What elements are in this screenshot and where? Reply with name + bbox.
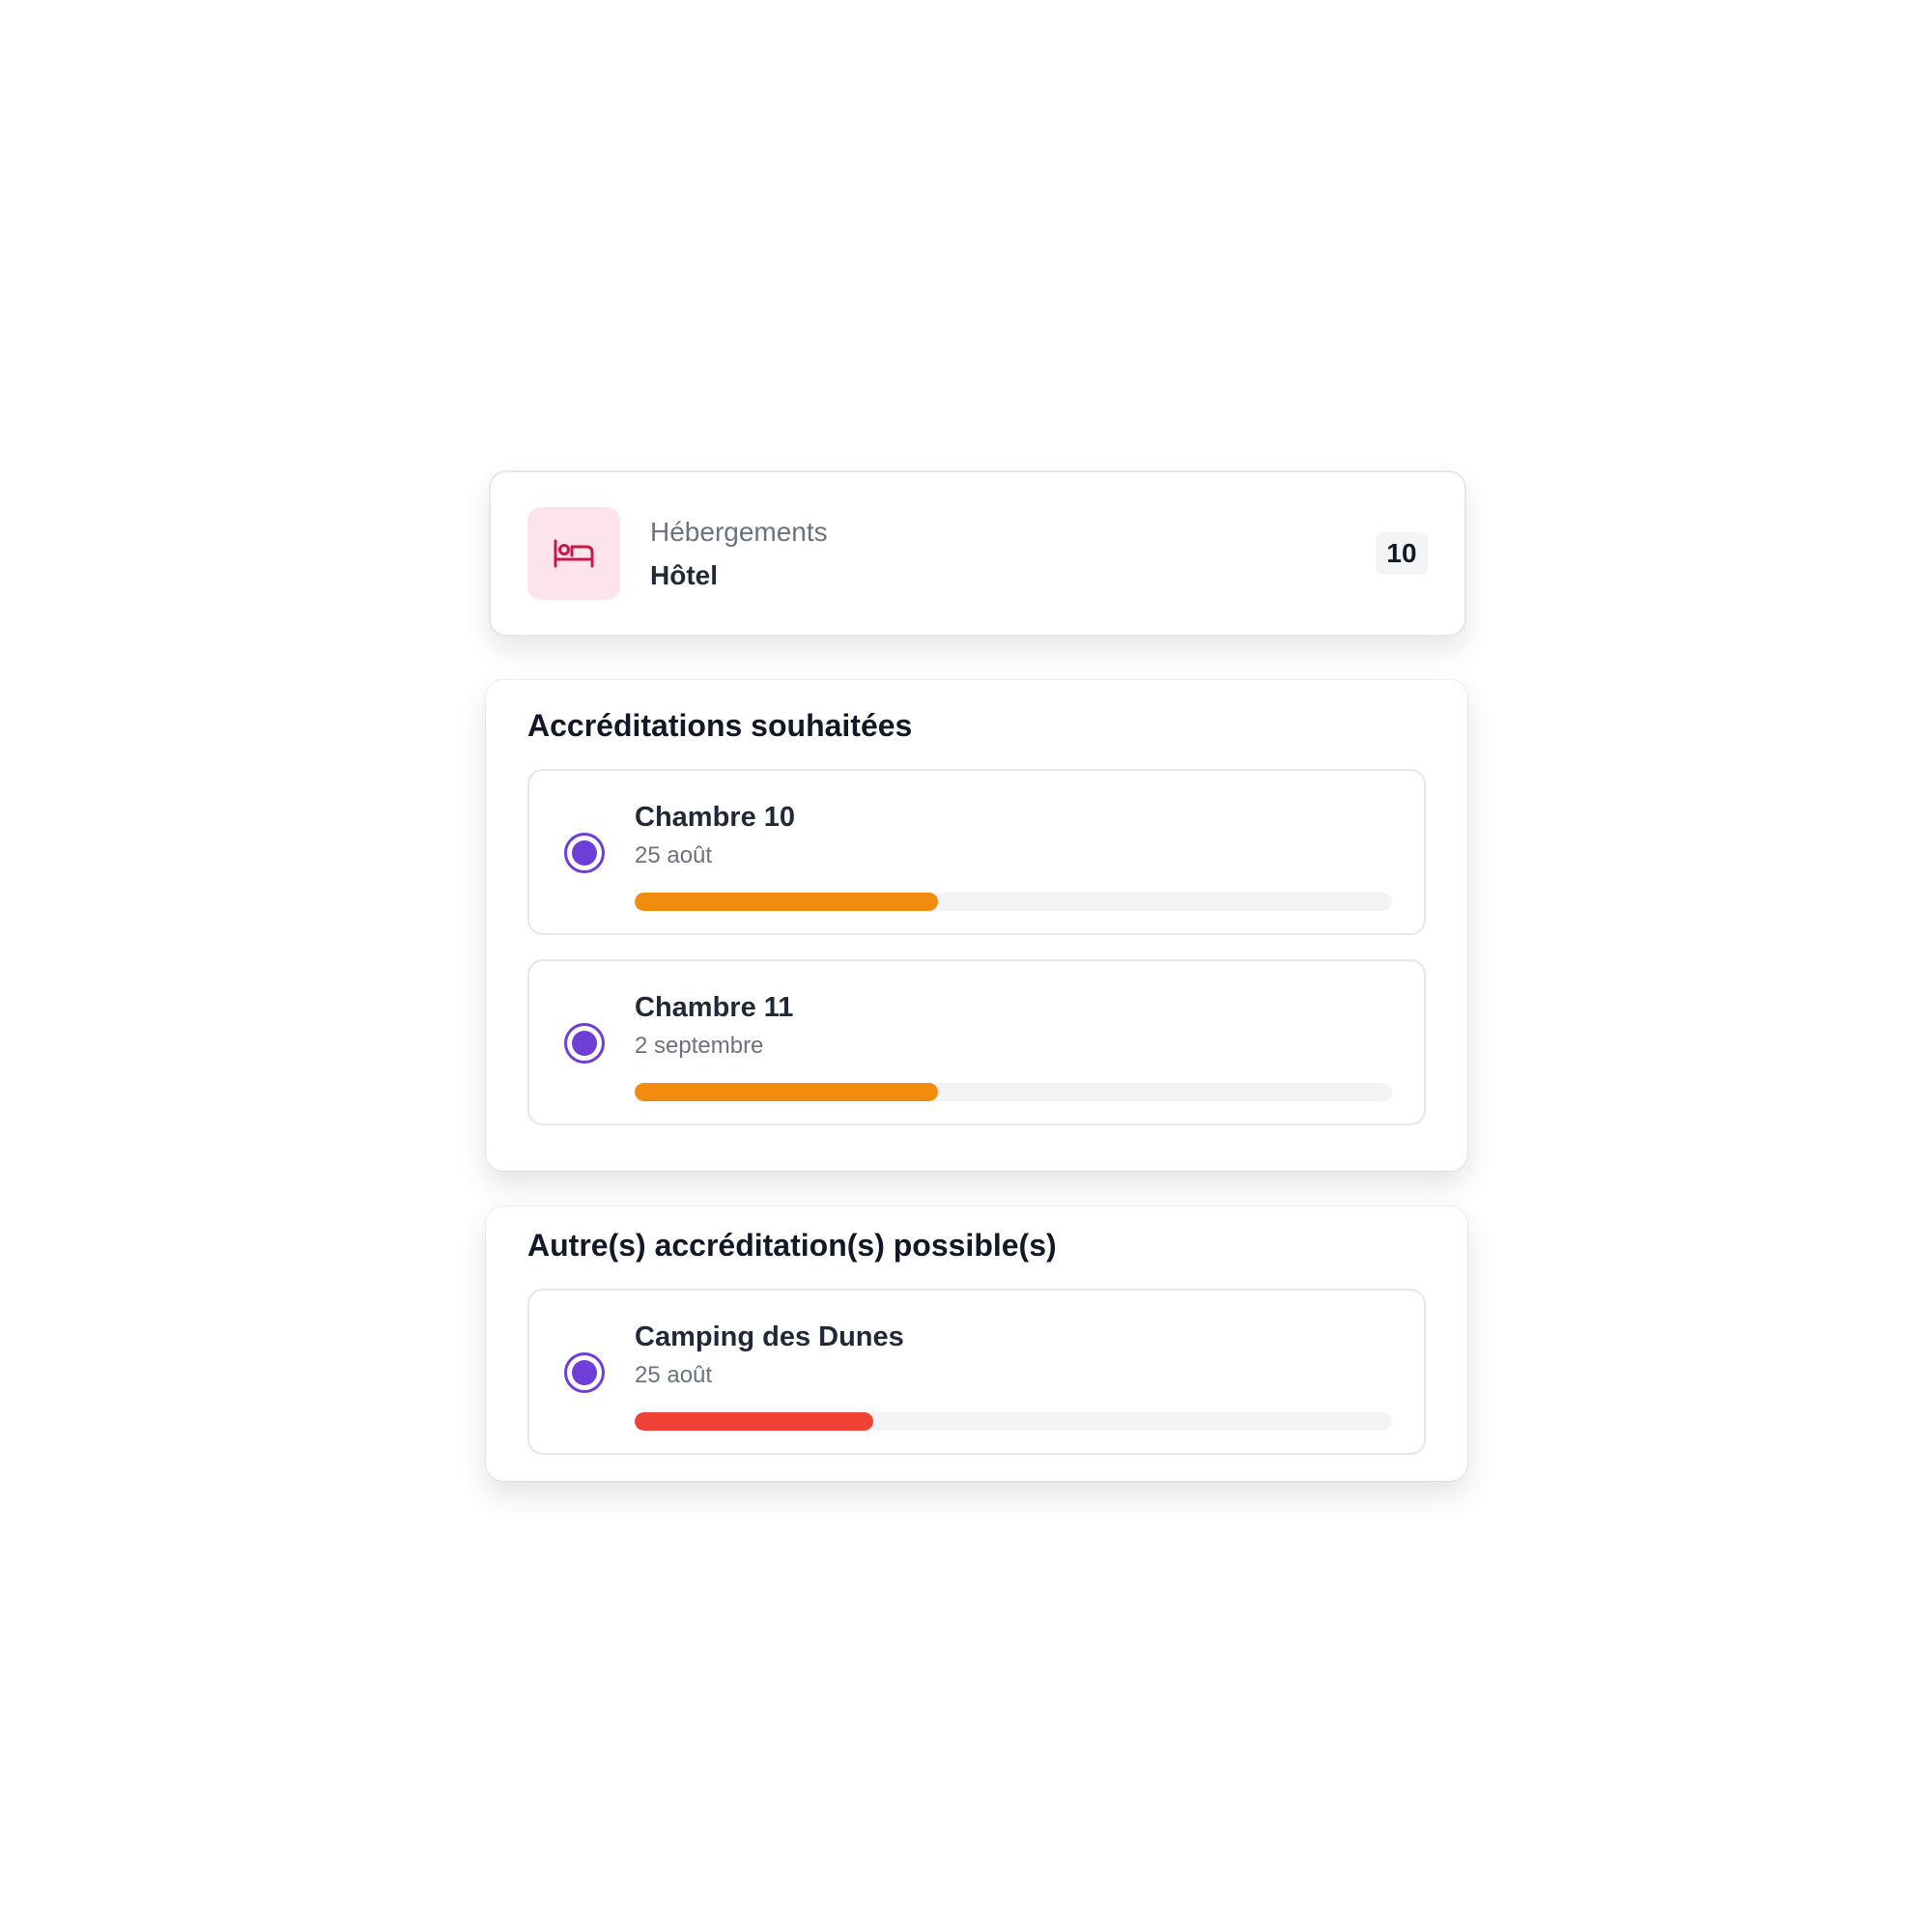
section-title: Autre(s) accréditation(s) possible(s) <box>527 1228 1057 1263</box>
bed-icon <box>554 539 594 568</box>
header-text: Hébergements Hôtel <box>650 515 828 593</box>
progress-fill <box>635 893 938 911</box>
progress-fill <box>635 1083 938 1101</box>
radio-selected-dot <box>572 840 597 866</box>
accreditation-item-camping-des-dunes[interactable]: Camping des Dunes 25 août <box>527 1289 1426 1455</box>
accommodation-icon-tile <box>527 507 620 600</box>
item-title: Chambre 11 <box>635 992 794 1023</box>
item-title: Chambre 10 <box>635 802 796 833</box>
item-date: 2 septembre <box>635 1033 764 1059</box>
progress-bar <box>635 1083 1392 1101</box>
accreditation-item-chambre-10[interactable]: Chambre 10 25 août <box>527 769 1426 935</box>
radio-selected-dot <box>572 1031 597 1056</box>
desired-accreditations-panel: Accréditations souhaitées Chambre 10 25 … <box>486 680 1467 1171</box>
progress-fill <box>635 1412 873 1431</box>
item-title: Camping des Dunes <box>635 1321 904 1352</box>
progress-bar <box>635 1412 1392 1431</box>
stage: Hébergements Hôtel 10 Accréditations sou… <box>0 0 1932 1932</box>
header-category: Hébergements <box>650 516 828 547</box>
item-date: 25 août <box>635 842 713 868</box>
count-badge: 10 <box>1376 532 1428 575</box>
header-title: Hôtel <box>650 559 718 590</box>
item-date: 25 août <box>635 1362 713 1388</box>
radio-button[interactable] <box>564 833 605 873</box>
radio-button[interactable] <box>564 1352 605 1393</box>
progress-bar <box>635 893 1392 911</box>
accommodation-header-card[interactable]: Hébergements Hôtel 10 <box>489 470 1466 637</box>
radio-selected-dot <box>572 1360 597 1385</box>
accreditation-item-chambre-11[interactable]: Chambre 11 2 septembre <box>527 959 1426 1125</box>
other-accreditations-panel: Autre(s) accréditation(s) possible(s) Ca… <box>486 1207 1467 1481</box>
section-title: Accréditations souhaitées <box>527 708 913 743</box>
radio-button[interactable] <box>564 1023 605 1064</box>
